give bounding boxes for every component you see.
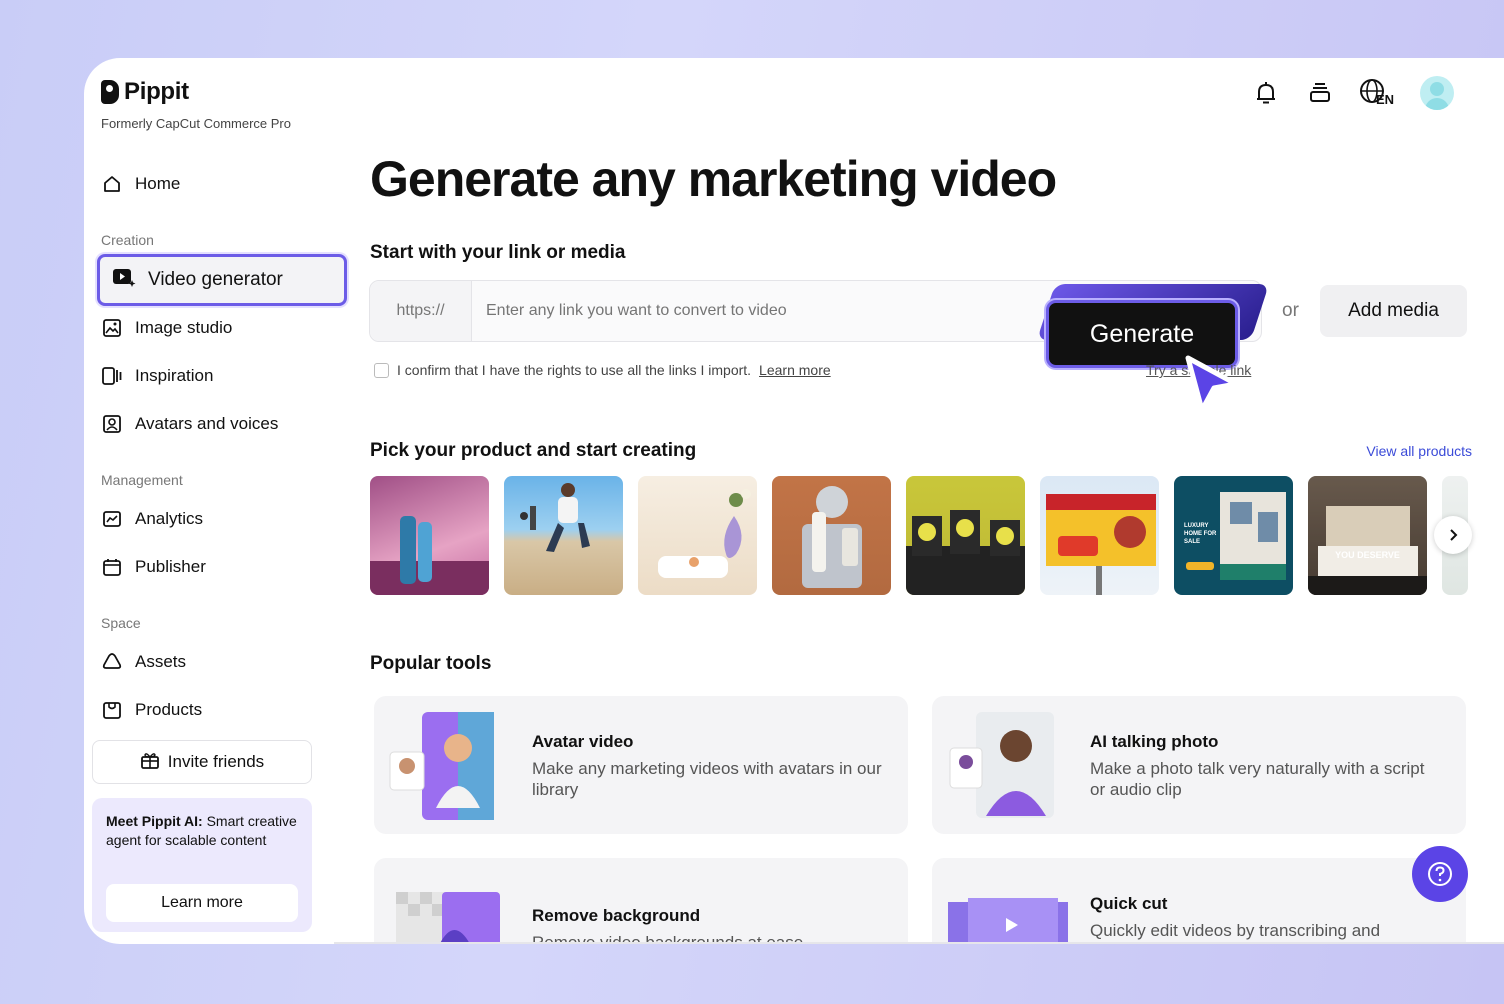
tool-desc: Make any marketing videos with avatars i…	[532, 759, 882, 799]
tool-card-quick-cut[interactable]: Quick cut Quickly edit videos by transcr…	[932, 858, 1466, 944]
stack-icon[interactable]	[1304, 77, 1336, 109]
tool-title: Avatar video	[532, 732, 634, 751]
products-section-title: Pick your product and start creating	[370, 440, 697, 461]
product-box-icon	[101, 699, 123, 721]
tool-card-avatar-video[interactable]: Avatar video Make any marketing videos w…	[374, 696, 908, 834]
user-avatar[interactable]	[1420, 76, 1454, 110]
sidebar-item-products[interactable]: Products	[101, 692, 202, 728]
sidebar-item-label: Analytics	[135, 509, 204, 528]
sidebar-item-label: Image studio	[135, 318, 233, 337]
tool-card-ai-talking-photo[interactable]: AI talking photo Make a photo talk very …	[932, 696, 1466, 834]
carousel-next-button[interactable]	[1434, 516, 1472, 554]
section-label-management: Management	[101, 472, 183, 488]
tool-title: AI talking photo	[1090, 732, 1219, 751]
page-title: Generate any marketing video	[370, 151, 1057, 207]
tool-title: Quick cut	[1090, 894, 1168, 913]
promo-learn-more-button[interactable]: Learn more	[106, 884, 298, 922]
link-input[interactable]	[472, 302, 1032, 320]
promo-card: Meet Pippit AI: Smart creative agent for…	[92, 798, 312, 932]
sidebar-item-image-studio[interactable]: Image studio	[101, 310, 232, 346]
popular-tools-title: Popular tools	[370, 653, 492, 674]
learn-more-link[interactable]: Learn more	[759, 362, 831, 378]
promo-bold: Meet Pippit AI:	[106, 813, 203, 829]
sidebar-item-home[interactable]: Home	[101, 166, 180, 202]
sidebar-item-label: Video generator	[148, 269, 283, 290]
product-thumb-cosmetics[interactable]	[772, 476, 891, 595]
sidebar-item-analytics[interactable]: Analytics	[101, 501, 203, 537]
tool-card-remove-background[interactable]: Remove background Remove video backgroun…	[374, 858, 908, 944]
header-icons: EN	[1250, 76, 1454, 110]
product-thumb-boxes[interactable]	[906, 476, 1025, 595]
language-code: EN	[1375, 91, 1395, 107]
tool-title: Remove background	[532, 906, 701, 925]
sidebar-item-label: Assets	[135, 652, 187, 671]
language-switcher[interactable]: EN	[1358, 77, 1398, 109]
tool-desc: Make a photo talk very naturally with a …	[1090, 759, 1425, 799]
talking-photo-illustration	[949, 712, 1054, 818]
inspiration-icon	[101, 365, 123, 387]
thumb-deserve-text: YOU DESERVE	[1335, 550, 1400, 560]
app-window: Pippit Formerly CapCut Commerce Pro Home…	[84, 58, 1504, 944]
sidebar-item-label: Home	[135, 174, 181, 193]
section-label-space: Space	[101, 615, 141, 631]
product-thumbnails: LUXURY HOME FOR SALE YOU DESERVE	[370, 476, 1468, 595]
product-thumb-billboard[interactable]	[1040, 476, 1159, 595]
rights-confirmation: I confirm that I have the rights to use …	[374, 362, 831, 378]
invite-friends-button[interactable]: Invite friends	[92, 740, 312, 784]
sidebar-item-publisher[interactable]: Publisher	[101, 549, 206, 585]
rights-checkbox[interactable]	[374, 362, 389, 378]
thumb-home-text: LUXURY HOME FOR SALE	[1184, 523, 1217, 545]
product-thumb-hotel[interactable]: YOU DESERVE	[1308, 476, 1427, 595]
product-thumb-vase[interactable]	[638, 476, 757, 595]
video-sparkle-icon	[112, 266, 136, 294]
brand-subtitle: Formerly CapCut Commerce Pro	[101, 116, 291, 131]
brand[interactable]: Pippit Formerly CapCut Commerce Pro	[101, 78, 291, 131]
product-thumb-beach[interactable]	[504, 476, 623, 595]
sidebar-item-label: Inspiration	[135, 366, 214, 385]
image-icon	[101, 317, 123, 339]
brand-name: Pippit	[124, 78, 189, 105]
sidebar-item-label: Avatars and voices	[135, 414, 279, 433]
add-media-button[interactable]: Add media	[1320, 285, 1467, 337]
sidebar-item-label: Publisher	[135, 557, 206, 576]
avatar-video-illustration	[389, 712, 494, 820]
sidebar-item-avatars-voices[interactable]: Avatars and voices	[101, 406, 278, 442]
cloud-icon	[101, 651, 123, 673]
section-label-creation: Creation	[101, 232, 154, 248]
home-icon	[101, 173, 123, 195]
product-thumb-bottle[interactable]	[370, 476, 489, 595]
sidebar-item-video-generator[interactable]: Video generator	[97, 254, 347, 306]
promo-text: Meet Pippit AI: Smart creative agent for…	[106, 812, 298, 850]
sidebar-item-label: Products	[135, 700, 203, 719]
link-section-title: Start with your link or media	[370, 242, 626, 263]
calendar-icon	[101, 556, 123, 578]
tool-desc: Quickly edit videos by transcribing and	[1090, 921, 1381, 940]
remove-background-illustration	[396, 892, 500, 944]
invite-friends-label: Invite friends	[167, 752, 265, 771]
or-text: or	[1282, 300, 1299, 321]
quick-cut-illustration	[948, 898, 1068, 944]
pippit-logo-icon	[101, 80, 119, 104]
cursor-arrow-icon	[1182, 354, 1246, 423]
url-prefix: https://	[370, 281, 472, 341]
bell-icon[interactable]	[1250, 77, 1282, 109]
bottom-divider	[334, 942, 1504, 944]
product-thumb-luxury-home[interactable]: LUXURY HOME FOR SALE	[1174, 476, 1293, 595]
avatar-icon	[101, 413, 123, 435]
chevron-right-icon	[1450, 529, 1458, 541]
sidebar-item-assets[interactable]: Assets	[101, 644, 186, 680]
confirm-text: I confirm that I have the rights to use …	[397, 362, 752, 378]
help-button[interactable]	[1412, 846, 1468, 902]
help-question-icon	[1428, 862, 1452, 886]
analytics-icon	[101, 508, 123, 530]
view-all-products-link[interactable]: View all products	[1366, 443, 1472, 459]
gift-icon	[140, 750, 160, 775]
sidebar-item-inspiration[interactable]: Inspiration	[101, 358, 213, 394]
